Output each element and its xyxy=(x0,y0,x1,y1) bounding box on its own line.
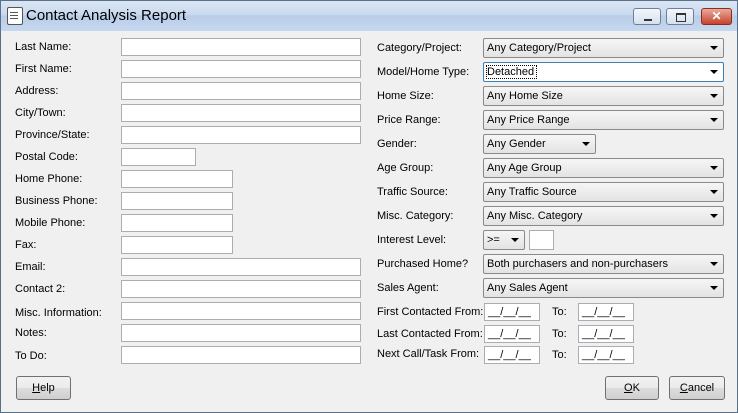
category-dropdown[interactable]: Any Category/Project xyxy=(483,38,724,58)
misc-category-label: Misc. Category: xyxy=(377,210,454,222)
interest-operator-dropdown[interactable]: >= xyxy=(483,230,525,250)
mobile-phone-field[interactable] xyxy=(121,214,233,232)
model-label: Model/Home Type: xyxy=(377,66,470,78)
purchased-dropdown[interactable]: Both purchasers and non-purchasers xyxy=(483,254,724,274)
chevron-down-icon xyxy=(710,70,718,74)
chevron-down-icon xyxy=(710,262,718,266)
mobile-phone-label: Mobile Phone: xyxy=(15,217,86,229)
chevron-down-icon xyxy=(710,190,718,194)
address-label: Address: xyxy=(15,85,59,97)
chevron-down-icon xyxy=(710,286,718,290)
interest-level-field[interactable] xyxy=(529,230,554,250)
todo-label: To Do: xyxy=(15,350,47,362)
first-contacted-from-field[interactable]: __/__/__ xyxy=(484,303,540,321)
business-phone-field[interactable] xyxy=(121,192,233,210)
first-contacted-to-field[interactable]: __/__/__ xyxy=(578,303,634,321)
postal-code-field[interactable] xyxy=(121,148,196,166)
gender-dropdown[interactable]: Any Gender xyxy=(483,134,596,154)
business-phone-label: Business Phone: xyxy=(15,195,98,207)
misc-category-dropdown[interactable]: Any Misc. Category xyxy=(483,206,724,226)
first-contacted-label: First Contacted From: xyxy=(377,306,484,318)
chevron-down-icon xyxy=(582,142,590,146)
gender-label: Gender: xyxy=(377,138,417,150)
last-name-field[interactable] xyxy=(121,38,361,56)
price-range-dropdown[interactable]: Any Price Range xyxy=(483,110,724,130)
misc-info-label: Misc. Information: xyxy=(15,307,102,319)
last-name-label: Last Name: xyxy=(15,41,72,53)
fax-field[interactable] xyxy=(121,236,233,254)
report-window: Contact Analysis Report ✕ Last Name: Fir… xyxy=(0,0,738,413)
age-group-label: Age Group: xyxy=(377,162,434,174)
last-contacted-to-label: To: xyxy=(552,328,567,340)
maximize-button[interactable] xyxy=(666,8,694,25)
app-icon xyxy=(7,7,23,25)
home-phone-label: Home Phone: xyxy=(15,173,83,185)
help-button[interactable]: Help xyxy=(16,376,71,400)
model-dropdown[interactable]: Detached xyxy=(483,62,724,82)
chevron-down-icon xyxy=(710,166,718,170)
first-name-field[interactable] xyxy=(121,60,361,78)
notes-label: Notes: xyxy=(15,327,47,339)
last-contacted-to-field[interactable]: __/__/__ xyxy=(578,325,634,343)
todo-field[interactable] xyxy=(121,346,361,364)
email-label: Email: xyxy=(15,261,46,273)
province-label: Province/State: xyxy=(15,129,90,141)
city-label: City/Town: xyxy=(15,107,66,119)
title-bar: Contact Analysis Report ✕ xyxy=(1,1,737,31)
ok-button[interactable]: OK xyxy=(605,376,659,400)
interest-level-label: Interest Level: xyxy=(377,234,447,246)
home-phone-field[interactable] xyxy=(121,170,233,188)
city-field[interactable] xyxy=(121,104,361,122)
sales-agent-dropdown[interactable]: Any Sales Agent xyxy=(483,278,724,298)
postal-code-label: Postal Code: xyxy=(15,151,78,163)
category-label: Category/Project: xyxy=(377,42,462,54)
minimize-button[interactable] xyxy=(633,8,661,25)
address-field[interactable] xyxy=(121,82,361,100)
province-field[interactable] xyxy=(121,126,361,144)
next-call-to-field[interactable]: __/__/__ xyxy=(578,346,634,364)
chevron-down-icon xyxy=(710,94,718,98)
contact2-label: Contact 2: xyxy=(15,283,66,295)
cancel-button[interactable]: Cancel xyxy=(669,376,725,400)
fax-label: Fax: xyxy=(15,239,37,251)
last-contacted-from-field[interactable]: __/__/__ xyxy=(484,325,540,343)
next-call-from-field[interactable]: __/__/__ xyxy=(484,346,540,364)
traffic-source-label: Traffic Source: xyxy=(377,186,448,198)
next-call-to-label: To: xyxy=(552,349,567,361)
traffic-source-dropdown[interactable]: Any Traffic Source xyxy=(483,182,724,202)
purchased-label: Purchased Home? xyxy=(377,258,469,270)
last-contacted-label: Last Contacted From: xyxy=(377,328,483,340)
home-size-label: Home Size: xyxy=(377,90,434,102)
notes-field[interactable] xyxy=(121,324,361,342)
close-icon: ✕ xyxy=(711,9,722,23)
home-size-dropdown[interactable]: Any Home Size xyxy=(483,86,724,106)
age-group-dropdown[interactable]: Any Age Group xyxy=(483,158,724,178)
contact2-field[interactable] xyxy=(121,280,361,298)
price-range-label: Price Range: xyxy=(377,114,441,126)
next-call-label: Next Call/Task From: xyxy=(377,348,480,360)
first-contacted-to-label: To: xyxy=(552,306,567,318)
chevron-down-icon xyxy=(511,238,519,242)
email-field[interactable] xyxy=(121,258,361,276)
chevron-down-icon xyxy=(710,46,718,50)
window-title: Contact Analysis Report xyxy=(26,7,187,24)
close-button[interactable]: ✕ xyxy=(701,8,732,25)
sales-agent-label: Sales Agent: xyxy=(377,282,439,294)
misc-info-field[interactable] xyxy=(121,302,361,320)
chevron-down-icon xyxy=(710,214,718,218)
chevron-down-icon xyxy=(710,118,718,122)
first-name-label: First Name: xyxy=(15,63,72,75)
